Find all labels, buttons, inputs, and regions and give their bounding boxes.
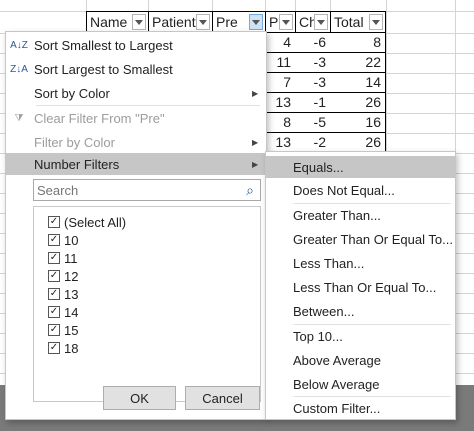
checkmark-icon[interactable]: ✓	[48, 324, 60, 336]
filter-dropdown-icon[interactable]	[279, 14, 293, 30]
column-header-pre[interactable]: Pre	[212, 11, 266, 33]
list-item-label: 14	[64, 304, 79, 320]
filter-dropdown-icon[interactable]	[249, 14, 263, 30]
checkmark-icon[interactable]: ✓	[48, 234, 60, 246]
checkmark-icon[interactable]: ✓	[48, 252, 60, 264]
submenu-item-below-average[interactable]: Below Average	[266, 373, 455, 395]
chevron-right-icon: ▶	[252, 137, 259, 147]
clear-filter-item[interactable]: ⧩ Clear Filter From "Pre"	[6, 107, 266, 129]
table-cell[interactable]: 26	[330, 93, 386, 113]
table-cell[interactable]: 8	[265, 113, 296, 133]
menu-item-label: Number Filters	[34, 156, 120, 172]
column-header-label: Name	[90, 14, 128, 30]
filter-menu: A↓Z Sort Smallest to Largest Z↓A Sort La…	[5, 31, 267, 420]
filter-dropdown-icon[interactable]	[132, 14, 146, 30]
menu-item-label: Sort Smallest to Largest	[34, 37, 173, 53]
menu-item-label: Sort Largest to Smallest	[34, 61, 173, 77]
table-cell[interactable]: 4	[265, 33, 296, 53]
submenu-item-custom-filter[interactable]: Custom Filter...	[266, 397, 455, 419]
list-item[interactable]: ✓ 14	[48, 303, 78, 321]
column-header-total[interactable]: Total	[330, 11, 386, 33]
submenu-item-above-average[interactable]: Above Average	[266, 349, 455, 371]
table-cell[interactable]: 8	[330, 33, 386, 53]
column-header-label: Ch	[299, 14, 314, 30]
chevron-right-icon: ▶	[252, 159, 259, 169]
filter-dropdown-icon[interactable]	[369, 14, 383, 30]
menu-separator	[36, 105, 260, 106]
list-item-label: 10	[64, 232, 79, 248]
checkmark-icon[interactable]: ✓	[48, 216, 60, 228]
clear-filter-icon: ⧩	[14, 112, 24, 124]
checkmark-icon[interactable]: ✓	[48, 288, 60, 300]
number-filters-submenu: Equals... Does Not Equal... Greater Than…	[265, 151, 456, 420]
search-input[interactable]	[34, 180, 240, 200]
checkmark-icon[interactable]: ✓	[48, 270, 60, 282]
column-header-change[interactable]: Ch	[295, 11, 331, 33]
table-cell[interactable]: 16	[330, 113, 386, 133]
list-item-label: 13	[64, 286, 79, 302]
checkmark-icon[interactable]: ✓	[48, 342, 60, 354]
table-cell[interactable]: -5	[295, 113, 331, 133]
sort-by-color-item[interactable]: Sort by Color ▶	[6, 82, 266, 104]
submenu-item-top-10[interactable]: Top 10...	[266, 325, 455, 347]
submenu-item-greater-than[interactable]: Greater Than...	[266, 204, 455, 226]
filter-dropdown-icon[interactable]	[196, 14, 210, 30]
table-cell[interactable]: 7	[265, 73, 296, 93]
list-item-select-all[interactable]: ✓ (Select All)	[48, 213, 126, 231]
table-cell[interactable]: -3	[295, 73, 331, 93]
column-header-name[interactable]: Name	[86, 11, 149, 33]
submenu-item-not-equal[interactable]: Does Not Equal...	[266, 179, 455, 201]
sort-ascending-icon: A↓Z	[10, 39, 28, 51]
value-list: ✓ (Select All) ✓ 10 ✓ 11 ✓ 12 ✓ 13 ✓ 14 …	[33, 206, 261, 402]
search-icon[interactable]: ⌕	[240, 182, 260, 199]
submenu-item-equals[interactable]: Equals...	[266, 156, 455, 178]
list-item[interactable]: ✓ 18	[48, 339, 78, 357]
table-cell[interactable]: -6	[295, 33, 331, 53]
column-header-label: Po	[269, 14, 279, 30]
list-item[interactable]: ✓ 15	[48, 321, 78, 339]
table-cell[interactable]: 13	[265, 133, 296, 153]
cancel-button[interactable]: Cancel	[185, 386, 260, 410]
chevron-right-icon: ▶	[252, 88, 259, 98]
submenu-item-less-than[interactable]: Less Than...	[266, 252, 455, 274]
checkmark-icon[interactable]: ✓	[48, 306, 60, 318]
column-header-label: Pre	[216, 14, 238, 30]
ok-button[interactable]: OK	[103, 386, 176, 410]
menu-item-label: Clear Filter From "Pre"	[34, 110, 165, 126]
number-filters-item[interactable]: Number Filters ▶	[6, 153, 266, 175]
sort-descending-item[interactable]: Z↓A Sort Largest to Smallest	[6, 58, 266, 80]
list-item[interactable]: ✓ 13	[48, 285, 78, 303]
list-item-label: 18	[64, 340, 79, 356]
submenu-item-less-or-equal[interactable]: Less Than Or Equal To...	[266, 276, 455, 298]
table-cell[interactable]: 13	[265, 93, 296, 113]
column-header-post[interactable]: Po	[265, 11, 296, 33]
column-header-patient[interactable]: Patient	[148, 11, 213, 33]
list-item-label: 15	[64, 322, 79, 338]
table-cell[interactable]: 14	[330, 73, 386, 93]
search-box[interactable]: ⌕	[33, 179, 261, 201]
menu-item-label: Filter by Color	[34, 134, 115, 150]
table-cell[interactable]: -1	[295, 93, 331, 113]
table-cell[interactable]: -3	[295, 53, 331, 73]
list-item[interactable]: ✓ 12	[48, 267, 78, 285]
table-cell[interactable]: 22	[330, 53, 386, 73]
sort-ascending-item[interactable]: A↓Z Sort Smallest to Largest	[6, 34, 266, 56]
list-item-label: 12	[64, 268, 79, 284]
list-item-label: 11	[64, 250, 78, 266]
list-item-label: (Select All)	[64, 214, 127, 230]
table-cell[interactable]: 26	[330, 133, 386, 153]
list-item[interactable]: ✓ 11	[48, 249, 78, 267]
sort-descending-icon: Z↓A	[10, 63, 28, 75]
menu-item-label: Sort by Color	[34, 85, 110, 101]
table-cell[interactable]: -2	[295, 133, 331, 153]
submenu-item-between[interactable]: Between...	[266, 300, 455, 322]
filter-dropdown-icon[interactable]	[314, 14, 328, 30]
filter-by-color-item[interactable]: Filter by Color ▶	[6, 131, 266, 153]
table-cell[interactable]: 11	[265, 53, 296, 73]
column-header-label: Patient	[152, 14, 196, 30]
list-item[interactable]: ✓ 10	[48, 231, 78, 249]
column-header-label: Total	[334, 14, 364, 30]
submenu-item-greater-or-equal[interactable]: Greater Than Or Equal To...	[266, 228, 455, 250]
